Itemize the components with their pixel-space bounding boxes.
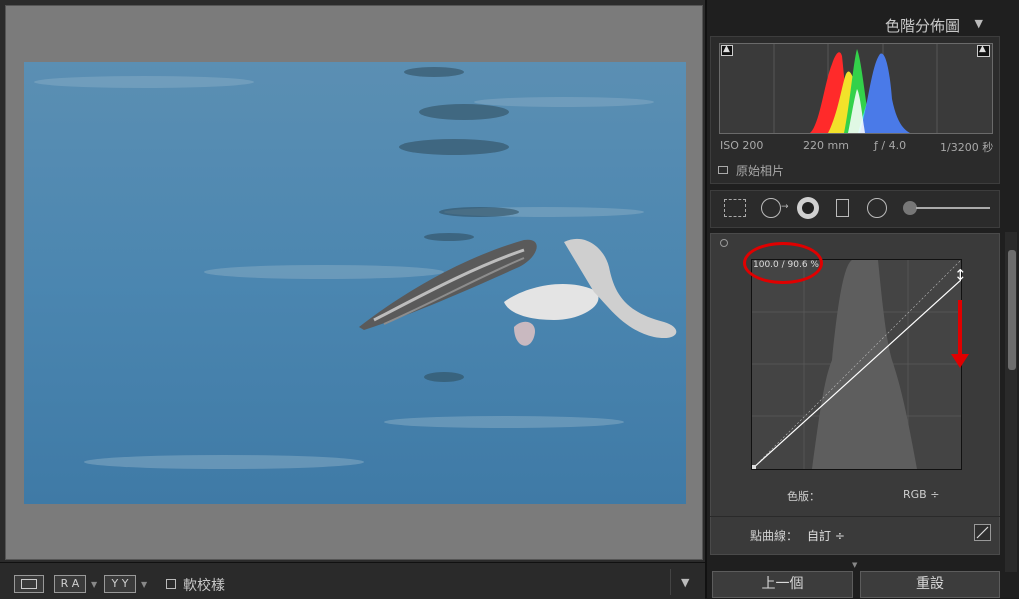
red-eye-icon[interactable] [797,197,819,219]
spot-removal-icon[interactable] [761,198,781,218]
scrollbar-thumb[interactable] [1008,250,1016,370]
swap-view-button[interactable]: Y Y [104,575,136,593]
photo-preview[interactable] [24,62,686,504]
brush-slider[interactable] [916,207,990,209]
chevron-down-icon[interactable]: ▼ [91,580,97,589]
view-mode-button[interactable] [14,575,44,593]
channel-select[interactable]: RGB ÷ [903,488,939,501]
previous-button[interactable]: 上一個 [712,571,853,598]
reset-button[interactable]: 重設 [860,571,1000,598]
red-arrow-down-icon [951,354,969,368]
divider [670,569,671,595]
highlight-clip-warning-button[interactable]: ▲ [977,44,990,57]
panel-title: 色階分佈圖 [884,17,960,35]
curve-edit-icon [976,526,989,539]
crop-tool-icon[interactable] [724,199,746,217]
point-curve-select[interactable]: 自訂 ÷ [807,527,845,544]
adjustment-brush-icon[interactable] [903,201,917,215]
chevron-down-icon[interactable]: ▼ [141,580,147,589]
before-after-button[interactable]: R A [54,575,86,593]
histogram-svg [773,44,938,133]
panel-end-triangle-icon: ▼ [852,561,858,569]
tone-curve-graph[interactable] [751,259,962,470]
arrow-right-icon: → [781,202,789,212]
divider [710,516,1000,517]
single-view-icon [21,579,37,589]
triangle-up-icon: ▲ [723,44,730,54]
soft-proof-label: 軟校樣 [183,578,225,594]
tool-strip [710,190,1000,228]
radial-filter-icon[interactable] [867,198,887,218]
photo-image [24,62,686,504]
exif-iso: ISO 200 [720,139,764,152]
exif-shutter: 1/3200 秒 [940,141,994,154]
bottom-toolbar: R A ▼ Y Y ▼ 軟校樣 ▼ [0,562,705,599]
exif-focal-length: 220 mm [803,139,849,152]
collapse-triangle-icon[interactable]: ▼ [975,17,983,30]
target-adjustment-icon[interactable] [720,239,728,247]
exif-aperture: ƒ / 4.0 [874,139,907,152]
toolbar-menu-chevron-icon[interactable]: ▼ [681,576,689,589]
shadow-clip-warning-button[interactable]: ▲ [721,44,733,56]
soft-proof-checkbox[interactable] [166,579,176,589]
panel-header[interactable]: 色階分佈圖 ▼ [707,5,1005,35]
triangle-up-icon: ▲ [979,44,986,54]
graduated-filter-icon[interactable] [836,199,849,217]
red-arrow-shaft [958,300,962,356]
tone-curve-svg [752,260,961,469]
original-photo-checkbox[interactable] [718,166,728,174]
edit-point-curve-button[interactable] [974,524,991,541]
resize-cursor-icon: ↕ [954,266,967,284]
point-curve-label: 點曲線： [750,529,799,543]
original-photo-label: 原始相片 [736,164,785,178]
readout-highlight-circle [743,242,823,284]
channel-label: 色版： [787,490,820,503]
histogram-graph[interactable] [719,43,993,134]
